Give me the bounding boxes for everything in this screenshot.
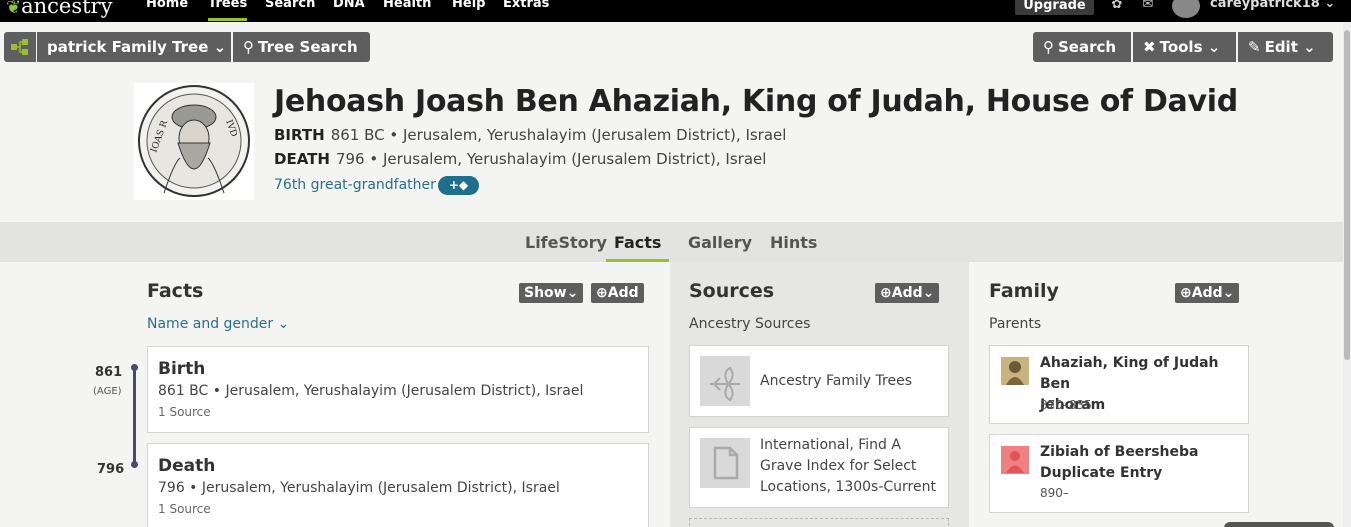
search-icon: ⚲	[1043, 38, 1054, 56]
fact-year: 861	[95, 365, 123, 380]
profile-tabs: LifeStory Facts Gallery Hints	[0, 222, 1343, 262]
plus-tag-icon: +◆	[448, 178, 469, 192]
birth-summary: BIRTH 861 BC • Jerusalem, Yerushalayim (J…	[274, 126, 787, 144]
name-gender-toggle[interactable]: Name and gender ⌄	[147, 316, 289, 332]
fact-detail: 796 • Jerusalem, Yerushalayim (Jerusalem…	[158, 480, 560, 496]
timeline-dot	[131, 364, 138, 371]
chevron-down-icon: ⌄	[213, 38, 227, 56]
relationship-link[interactable]: 76th great-grandfather	[274, 177, 436, 193]
leaf-icon	[710, 366, 740, 402]
fact-title: Death	[158, 456, 216, 476]
tab-facts[interactable]: Facts	[606, 222, 670, 262]
plus-circle-icon: ⊕	[880, 285, 892, 301]
fact-source-count[interactable]: 1 Source	[158, 502, 211, 516]
add-source-button[interactable]: ⊕Add⌄	[875, 283, 940, 303]
fact-age: (AGE)	[93, 386, 122, 397]
edit-dropdown[interactable]: ✎ Edit ⌄	[1238, 32, 1333, 62]
fact-card-birth[interactable]: Birth 861 BC • Jerusalem, Yerushalayim (…	[147, 346, 649, 433]
wrench-icon: ✖	[1143, 38, 1156, 56]
nav-help[interactable]: Help	[452, 0, 485, 11]
leaf-icon: ❦	[6, 0, 22, 18]
chevron-down-icon: ⌄	[566, 285, 579, 301]
source-title: International, Find A Grave Index for Se…	[760, 437, 936, 495]
document-icon	[713, 446, 739, 480]
source-title: Ancestry Family Trees	[760, 373, 912, 389]
source-thumbnail	[700, 438, 750, 488]
tab-hints[interactable]: Hints	[770, 222, 817, 262]
pencil-icon: ✎	[1248, 38, 1261, 56]
ancestry-logo[interactable]: ❦ancestry	[6, 0, 112, 18]
scrollbar-thumb[interactable]	[1344, 30, 1350, 360]
tab-lifestory[interactable]: LifeStory	[525, 222, 607, 262]
female-avatar-icon	[1001, 446, 1029, 474]
fact-source-count[interactable]: 1 Source	[158, 405, 211, 419]
nav-dna[interactable]: DNA	[333, 0, 365, 11]
tree-pedigree-icon	[11, 39, 28, 55]
family-member-card[interactable]: Zibiah of Beersheba Duplicate Entry 890–	[989, 434, 1249, 513]
nav-home[interactable]: Home	[146, 0, 188, 11]
tree-name-dropdown[interactable]: patrick Family Tree ⌄	[37, 32, 231, 62]
portrait-image	[1001, 357, 1029, 385]
username-menu[interactable]: careypatrick18 ⌄	[1210, 0, 1335, 11]
messages-icon[interactable]: ✉	[1139, 0, 1157, 12]
fact-detail: 861 BC • Jerusalem, Yerushalayim (Jerusa…	[158, 383, 584, 399]
nav-trees[interactable]: Trees	[208, 0, 248, 21]
nav-extras[interactable]: Extras	[503, 0, 549, 11]
fact-timeline	[133, 367, 136, 465]
show-dropdown[interactable]: Show⌄	[519, 283, 584, 303]
fact-title: Birth	[158, 359, 206, 379]
hints-leaf-icon[interactable]: ✿	[1108, 0, 1126, 12]
chevron-down-icon: ⌄	[277, 316, 290, 332]
feedback-tab[interactable]	[1224, 522, 1334, 527]
plus-circle-icon: ⊕	[596, 285, 608, 301]
chevron-down-icon: ⌄	[1303, 38, 1316, 56]
death-summary: DEATH 796 • Jerusalem, Yerushalayim (Jeru…	[274, 150, 767, 168]
upgrade-button[interactable]: Upgrade	[1015, 0, 1094, 15]
plus-circle-icon: ⊕	[1180, 285, 1192, 301]
family-member-dates: 890–	[1040, 486, 1069, 500]
tab-gallery[interactable]: Gallery	[688, 222, 752, 262]
ancestry-sources-label: Ancestry Sources	[689, 316, 811, 332]
add-fact-button[interactable]: ⊕Add	[591, 283, 644, 303]
add-source-placeholder[interactable]	[689, 518, 949, 527]
portrait-image: IOAS R IVD	[134, 83, 254, 200]
user-avatar[interactable]	[1172, 0, 1200, 18]
fact-year: 796	[97, 462, 125, 477]
family-title: Family	[989, 280, 1059, 302]
search-button[interactable]: ⚲ Search	[1033, 32, 1131, 62]
source-thumbnail	[700, 356, 750, 406]
family-member-card[interactable]: Ahaziah, King of Judah Ben Jehoram 870–8…	[989, 345, 1249, 424]
timeline-dot	[131, 461, 138, 468]
fact-card-death[interactable]: Death 796 • Jerusalem, Yerushalayim (Jer…	[147, 443, 649, 527]
parents-label: Parents	[989, 316, 1042, 332]
person-name: Jehoash Joash Ben Ahaziah, King of Judah…	[274, 84, 1238, 119]
family-member-name: Zibiah of Beersheba Duplicate Entry	[1040, 444, 1199, 481]
tools-dropdown[interactable]: ✖ Tools ⌄	[1133, 32, 1236, 62]
add-tag-button[interactable]: +◆	[438, 176, 479, 195]
top-nav-bar: ❦ancestry Home Trees Search DNA Health H…	[0, 0, 1351, 22]
chevron-down-icon: ⌄	[922, 285, 935, 301]
nav-search[interactable]: Search	[265, 0, 315, 11]
person-portrait[interactable]: IOAS R IVD	[134, 83, 254, 200]
add-family-button[interactable]: ⊕Add⌄	[1175, 283, 1240, 303]
source-card[interactable]: International, Find A Grave Index for Se…	[689, 427, 949, 508]
chevron-down-icon: ⌄	[1207, 38, 1221, 56]
sources-title: Sources	[689, 280, 775, 302]
nav-health[interactable]: Health	[383, 0, 431, 11]
facts-title: Facts	[147, 280, 204, 302]
family-member-dates: 870–835	[1040, 398, 1092, 412]
person-search-icon: ⚲	[243, 38, 254, 56]
female-silhouette-icon	[1006, 451, 1024, 473]
family-member-photo	[1001, 357, 1029, 385]
tree-search-button[interactable]: ⚲ Tree Search	[233, 32, 370, 62]
source-card[interactable]: Ancestry Family Trees	[689, 345, 949, 417]
tree-view-button[interactable]	[4, 32, 36, 62]
chevron-down-icon: ⌄	[1222, 285, 1235, 301]
